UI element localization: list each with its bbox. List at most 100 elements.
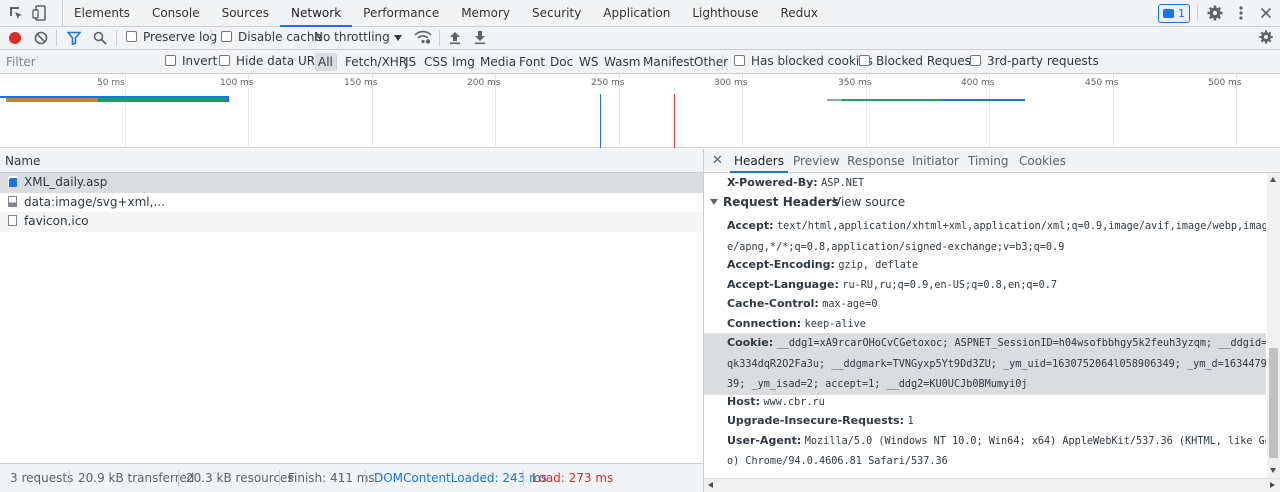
filter-type-img[interactable]: Img [449, 53, 478, 71]
document-icon [8, 176, 17, 187]
filter-type-wasm[interactable]: Wasm [601, 53, 643, 71]
request-header-cache-control: Cache-Control: max-age=0 [727, 294, 1265, 315]
filter-type-js[interactable]: JS [402, 53, 419, 71]
header-line: User-Agent: Mozilla/5.0 (Windows NT 10.0… [727, 431, 1266, 452]
more-options-icon[interactable] [1232, 4, 1250, 22]
ruler-tick-label: 50 ms [97, 78, 125, 88]
checkbox-box[interactable] [970, 55, 981, 66]
checkbox-box[interactable] [165, 55, 176, 66]
third-party-requests-checkbox[interactable]: 3rd-party requests [970, 54, 1099, 68]
hide-data-urls-checkbox[interactable]: Hide data URLs [219, 54, 328, 68]
filter-type-manifest[interactable]: Manifest [640, 53, 697, 71]
filter-type-other[interactable]: Other [691, 53, 731, 71]
tab-lighthouse[interactable]: Lighthouse [681, 0, 769, 27]
request-header-user-agent: User-Agent: Mozilla/5.0 (Windows NT 10.0… [727, 431, 1266, 472]
search-icon[interactable] [93, 31, 107, 48]
vertical-scrollbar[interactable] [1267, 173, 1280, 478]
header-line: Host: www.cbr.ru [727, 392, 1265, 413]
domcontentloaded-time: DOMContentLoaded: 243 ms [374, 471, 548, 485]
checkbox-box[interactable] [859, 55, 870, 66]
detail-tab-preview[interactable]: Preview [793, 149, 840, 173]
scroll-up-arrow-icon[interactable] [1270, 177, 1276, 182]
tab-security[interactable]: Security [521, 0, 592, 27]
filter-input[interactable] [2, 53, 152, 71]
horizontal-scrollbar[interactable] [704, 478, 1280, 492]
detail-tab-initiator[interactable]: Initiator [912, 149, 959, 173]
filter-type-css[interactable]: CSS [421, 53, 451, 71]
header-name: Cache-Control: [727, 297, 819, 310]
tab-redux[interactable]: Redux [770, 0, 830, 27]
clear-icon[interactable] [34, 31, 48, 48]
request-bar-green [842, 99, 941, 101]
detail-tab-response[interactable]: Response [847, 149, 905, 173]
response-header-x-powered-by: X-Powered-By: ASP.NET [727, 176, 865, 189]
filter-type-font[interactable]: Font [516, 53, 548, 71]
messages-badge[interactable]: 1 [1158, 4, 1190, 23]
divider [523, 470, 524, 486]
import-har-upload-icon[interactable] [448, 30, 462, 48]
header-value: gzip, deflate [838, 260, 919, 271]
disable-cache-checkbox[interactable]: Disable cache [221, 30, 322, 44]
header-name: Host: [727, 394, 760, 408]
header-name: Accept: [727, 219, 774, 232]
checkbox-box[interactable] [734, 55, 745, 66]
network-conditions-wifi-icon[interactable] [414, 30, 432, 48]
throttling-select[interactable]: No throttling [314, 30, 390, 44]
close-details-icon[interactable]: ✕ [712, 149, 723, 173]
domcontentloaded-marker [600, 94, 601, 148]
blocked-requests-checkbox[interactable]: Blocked Requests [859, 54, 982, 68]
inspect-element-icon[interactable] [7, 4, 25, 22]
checkbox-box[interactable] [126, 31, 137, 42]
checkbox-box[interactable] [219, 55, 230, 66]
tab-memory[interactable]: Memory [450, 0, 521, 27]
ruler-tick-label: 200 ms [467, 78, 501, 88]
close-devtools-icon[interactable] [1257, 4, 1275, 22]
request-row[interactable]: favicon.ico [0, 212, 703, 232]
has-blocked-cookies-checkbox[interactable]: Has blocked cookies [734, 54, 873, 68]
divider [69, 470, 70, 486]
header-value: o) Chrome/94.0.4606.81 Safari/537.36 [727, 456, 948, 467]
divider [178, 470, 179, 486]
filter-type-fetch-xhr[interactable]: Fetch/XHR [342, 53, 410, 71]
ruler-tick-label: 350 ms [838, 78, 872, 88]
request-headers-section-toggle[interactable]: Request Headers [710, 195, 839, 209]
expand-triangle-icon [710, 199, 718, 205]
request-row[interactable]: XML_daily.asp [0, 173, 703, 193]
scroll-left-arrow-icon[interactable] [708, 482, 713, 488]
request-name: favicon.ico [24, 214, 89, 228]
checkbox-box[interactable] [221, 31, 232, 42]
scroll-right-arrow-icon[interactable] [1270, 482, 1275, 488]
device-toolbar-icon[interactable] [31, 4, 49, 22]
settings-gear-icon[interactable] [1206, 4, 1224, 22]
request-header-upgrade-insecure-requests: Upgrade-Insecure-Requests: 1 [727, 411, 1265, 432]
scroll-down-arrow-icon[interactable] [1270, 468, 1276, 473]
filter-type-doc[interactable]: Doc [547, 53, 576, 71]
export-har-download-icon[interactable] [473, 30, 487, 48]
filter-type-all[interactable]: All [315, 53, 336, 71]
tab-console[interactable]: Console [141, 0, 211, 27]
detail-tabs: ✕ Headers Preview Response Initiator Timing C… [704, 149, 1280, 173]
tab-network[interactable]: Network [280, 0, 353, 27]
detail-tab-headers[interactable]: Headers [730, 149, 788, 173]
detail-tab-timing[interactable]: Timing [968, 149, 1009, 173]
tab-performance[interactable]: Performance [352, 0, 450, 27]
request-row[interactable]: data:image/svg+xml,... [0, 193, 703, 213]
tab-sources[interactable]: Sources [211, 0, 280, 27]
name-column-header[interactable]: Name [0, 149, 703, 173]
preserve-log-checkbox[interactable]: Preserve log [126, 30, 217, 44]
tab-application[interactable]: Application [592, 0, 681, 27]
network-settings-gear-icon[interactable] [1258, 29, 1274, 48]
tab-elements[interactable]: Elements [63, 0, 141, 27]
detail-tab-cookies[interactable]: Cookies [1019, 149, 1066, 173]
dropdown-triangle-icon[interactable] [394, 35, 402, 41]
load-time: Load: 273 ms [532, 471, 614, 485]
header-line: qk334dqR2O2Fa3u; __ddgmark=TVNGyxp5Yt9Dd… [727, 354, 1266, 375]
scrollbar-thumb[interactable] [1269, 348, 1278, 458]
record-button[interactable] [9, 32, 21, 44]
filter-type-media[interactable]: Media [477, 53, 519, 71]
filter-type-ws[interactable]: WS [576, 53, 601, 71]
invert-checkbox[interactable]: Invert [165, 54, 217, 68]
view-source-link[interactable]: View source [833, 195, 905, 209]
network-overview-timeline[interactable]: 50 ms 100 ms 150 ms 200 ms 250 ms 300 ms 350 m… [0, 74, 1280, 148]
filter-icon[interactable] [66, 31, 82, 48]
